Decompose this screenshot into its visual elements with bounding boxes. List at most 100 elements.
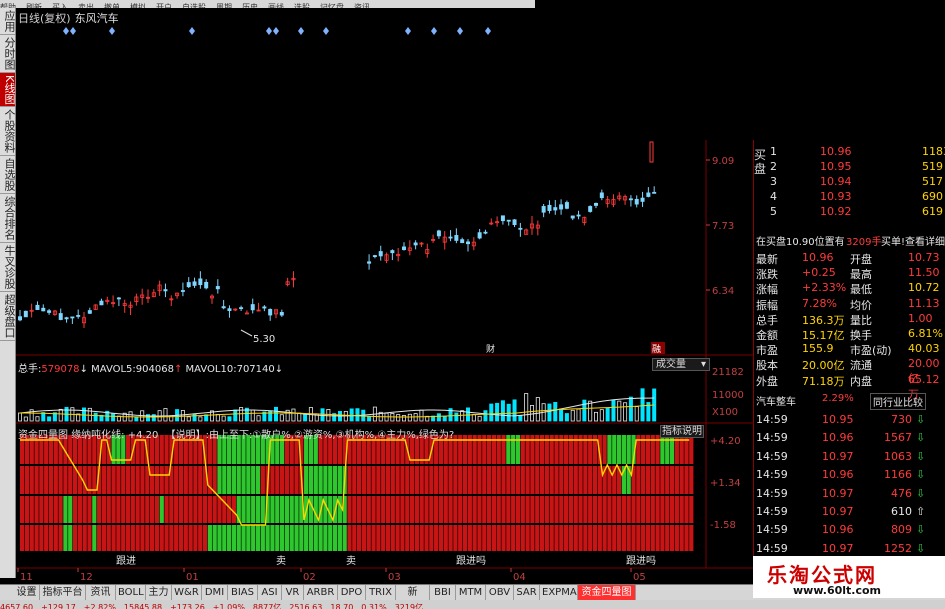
event-diamond-icon[interactable] [457,27,463,35]
candle[interactable] [58,313,63,320]
candle[interactable] [506,219,511,222]
indicator-tab[interactable]: VR [282,585,304,601]
candle[interactable] [518,227,523,230]
candle[interactable] [483,231,488,234]
candle[interactable] [244,312,249,315]
sidebar-item[interactable]: 自选股 [0,156,16,195]
candle[interactable] [372,255,377,257]
toolbar-item[interactable]: 周期 [216,3,232,9]
event-diamond-icon[interactable] [189,27,195,35]
candle[interactable] [460,239,465,244]
candle[interactable] [390,250,395,254]
candle[interactable] [553,207,558,211]
event-diamond-icon[interactable] [63,27,69,35]
candle[interactable] [559,204,564,210]
tick-row[interactable]: 14:59 10.97 1063 ⇩ [754,449,945,464]
stat-row[interactable]: 金额 15.17亿 换手 6.81% [754,326,945,342]
candle[interactable] [76,315,81,317]
indicator-tab[interactable]: 设置 [14,585,40,601]
indicator-tab[interactable]: 新DMA [396,585,430,609]
candle[interactable] [239,307,244,310]
volume-indicator-dropdown[interactable]: 成交量 ▾ [652,358,710,371]
kline-chart-area[interactable]: 9.09 7.73 6.34 5.30 财 融 21182 11000 X100 +4.20 +1.… [16,20,753,584]
event-diamond-icon[interactable] [273,27,279,35]
tick-row[interactable]: 14:59 10.96 1166 ⇩ [754,467,945,482]
candle[interactable] [204,281,209,289]
candle[interactable] [477,232,482,239]
candle[interactable] [570,215,575,219]
candle[interactable] [70,316,75,319]
sidebar-item[interactable]: 综合排名 [0,194,16,244]
candle[interactable] [186,282,191,288]
indicator-tab[interactable]: BOLL [116,585,146,601]
candle[interactable] [268,308,273,316]
candle[interactable] [634,198,639,205]
tick-row[interactable]: 14:59 10.97 1252 ⇩ [754,541,945,556]
candle[interactable] [541,206,546,213]
candle[interactable] [436,230,441,237]
stat-row[interactable]: 振幅 7.28% 均价 11.13 [754,296,945,312]
indicator-help-button[interactable]: 指标说明 [660,425,704,438]
candle[interactable] [41,307,46,312]
bid-row[interactable]: 3 10.94 517 [754,174,945,189]
candle[interactable] [599,192,604,199]
event-diamond-icon[interactable] [70,27,76,35]
sidebar-item[interactable]: 分时图 [0,35,16,73]
toolbar-item[interactable]: 画线 [268,3,284,9]
event-diamond-icon[interactable] [405,27,411,35]
toolbar-item[interactable]: 历史 [242,3,258,9]
sector-compare-button[interactable]: 同行业比较 [870,393,926,410]
candle[interactable] [512,219,517,226]
candle[interactable] [547,204,552,211]
indicator-tab[interactable]: 资金四量图 [578,585,636,601]
bid-row[interactable]: 4 10.93 690 [754,189,945,204]
bid-row[interactable]: 2 10.95 519 [754,159,945,174]
candle[interactable] [413,242,418,246]
candle[interactable] [163,289,168,292]
candle[interactable] [198,278,203,286]
indicator-tab[interactable]: MTM [456,585,486,601]
toolbar-item[interactable]: 卖出 [78,3,94,9]
toolbar-item[interactable]: 选股 [294,3,310,9]
indicator-tab[interactable]: DMI [202,585,228,601]
event-diamond-icon[interactable] [431,27,437,35]
candle[interactable] [367,261,372,264]
tick-row[interactable]: 14:59 10.97 610 ⇧ [754,504,945,519]
candle[interactable] [99,300,104,306]
toolbar-item[interactable]: 自选股 [182,3,206,9]
candle[interactable] [215,286,220,290]
candle[interactable] [628,198,633,201]
toolbar-item[interactable]: 记忆盘 [320,3,344,9]
candle[interactable] [652,191,657,194]
candle[interactable] [588,206,593,212]
candle[interactable] [378,251,383,257]
candle[interactable] [594,202,599,206]
indicator-tab[interactable]: BIAS [228,585,258,601]
stat-row[interactable]: 股本 20.00亿 流通 20.00亿 [754,356,945,385]
indicator-tab[interactable]: W&R [172,585,202,601]
sidebar-item[interactable]: 应用 [0,8,16,35]
event-diamond-icon[interactable] [109,27,115,35]
sidebar-item[interactable]: 牛叉诊股 [0,243,16,293]
indicator-tab[interactable]: 主力 [146,585,172,601]
candle[interactable] [465,241,470,245]
candle[interactable] [640,197,645,202]
toolbar-item[interactable]: 买入 [52,3,68,9]
candle[interactable] [576,214,581,217]
toolbar-item[interactable]: 模拟 [130,3,146,9]
event-diamond-icon[interactable] [485,27,491,35]
candle[interactable] [564,202,569,209]
tick-row[interactable]: 14:59 10.96 809 ⇩ [754,522,945,537]
toolbar-item[interactable]: 刷新 [26,3,42,9]
toolbar-item[interactable]: 资讯 [354,3,370,9]
candle[interactable] [448,236,453,239]
sidebar-item[interactable]: 个股资料 [0,107,16,157]
candle[interactable] [180,290,185,292]
candle[interactable] [227,308,232,311]
bid-row[interactable]: 5 10.92 619 [754,204,945,219]
order-note-row[interactable]: 在买盘10.90位置有 3209手 买单!查看详细 [754,232,945,248]
sector-row[interactable]: 汽车整车 2.29% 同行业比较 [754,392,945,410]
tick-row[interactable]: 14:59 10.97 476 ⇩ [754,486,945,501]
tick-row[interactable]: 14:59 10.95 730 ⇩ [754,412,945,427]
candle[interactable] [262,306,267,309]
